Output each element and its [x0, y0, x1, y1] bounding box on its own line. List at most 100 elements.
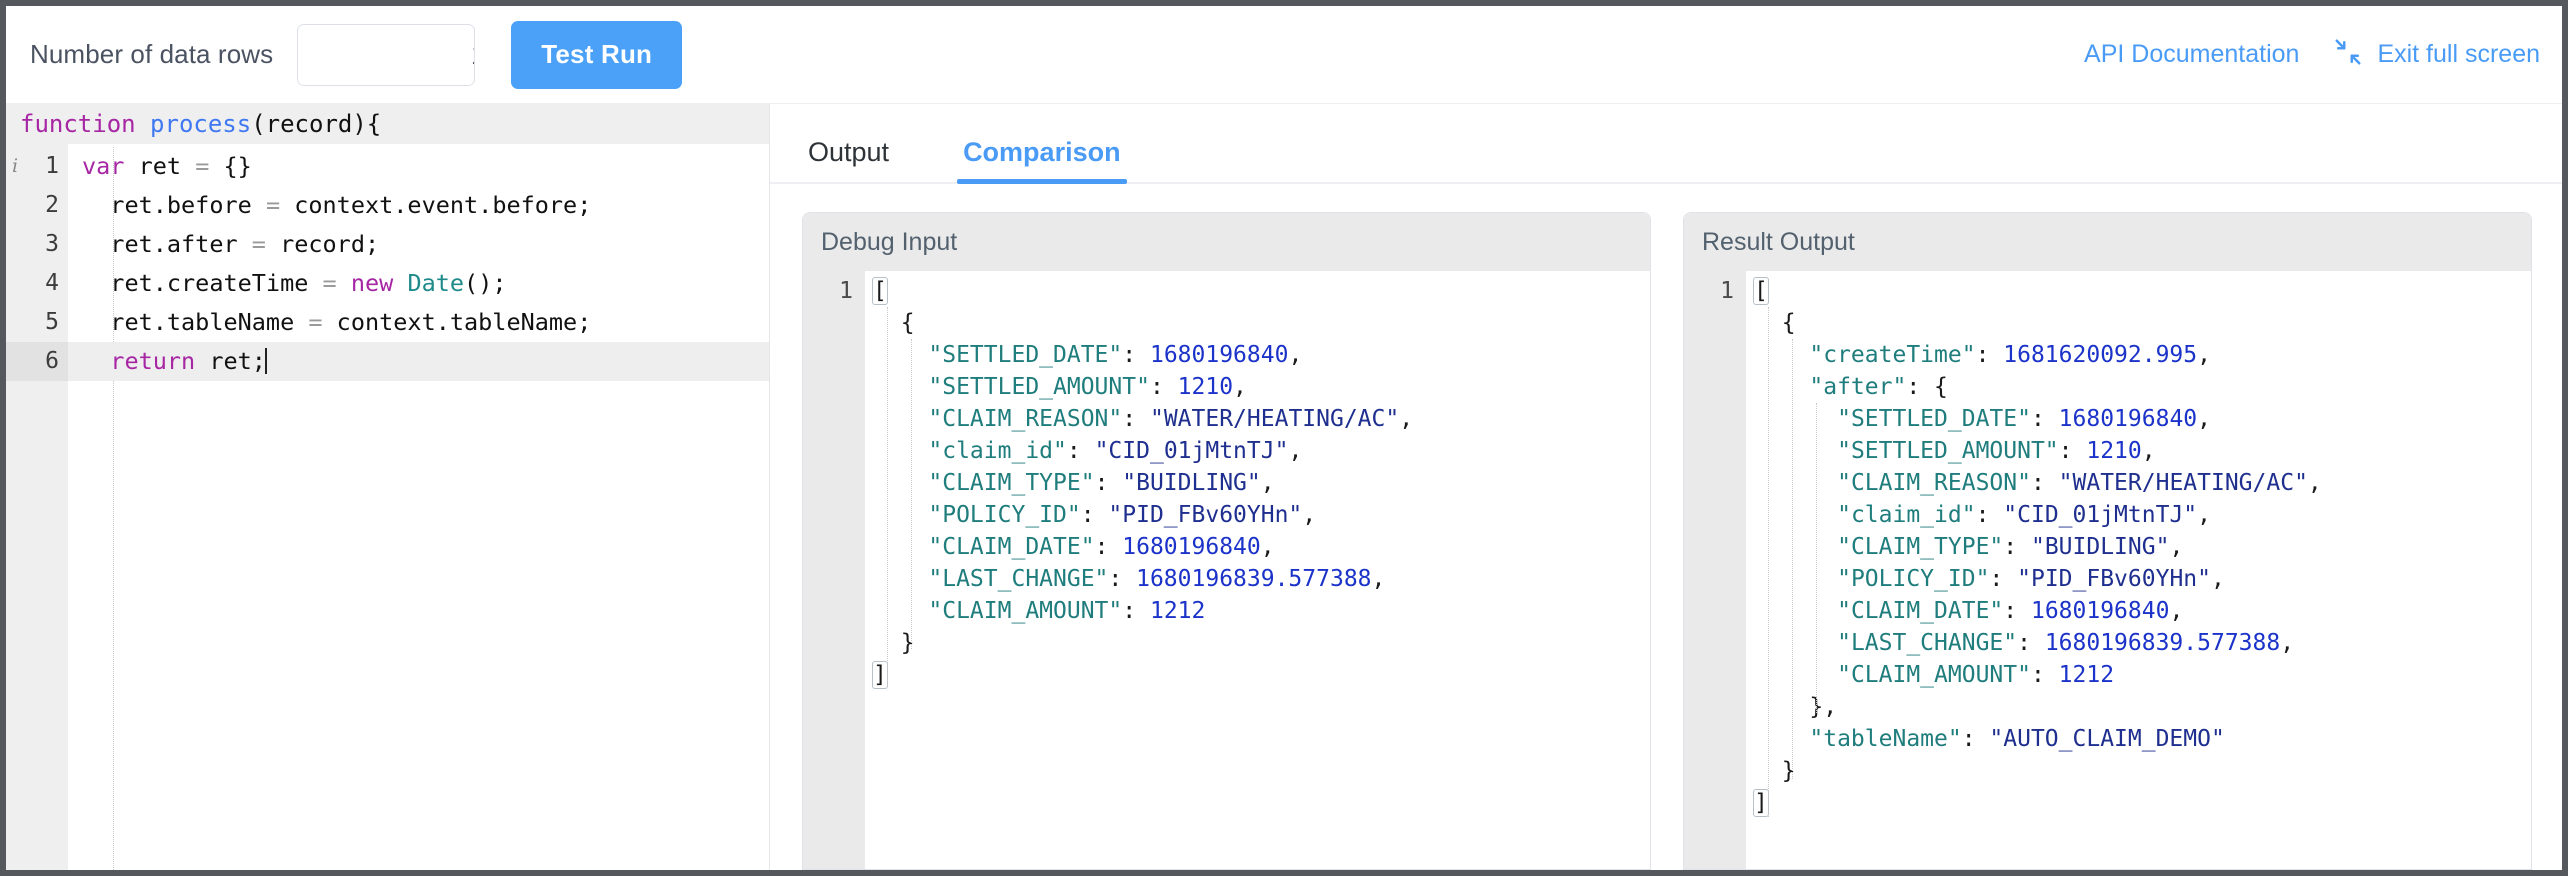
function-signature-line: function process(record){: [6, 104, 769, 144]
code-token: [393, 269, 407, 297]
debug-input-line: "CLAIM_TYPE": "BUIDLING",: [873, 467, 1650, 499]
debug-input-body[interactable]: 1 [ { "SETTLED_DATE": 1680196840, "SETTL…: [803, 271, 1650, 869]
result-output-line: "SETTLED_AMOUNT": 1210,: [1754, 435, 2531, 467]
json-token: 1680196839.577388: [2045, 630, 2280, 656]
data-rows-stepper[interactable]: [297, 24, 475, 86]
json-token: "LAST_CHANGE": [1837, 630, 2017, 656]
code-line[interactable]: ret.createTime = new Date();: [68, 264, 769, 303]
json-token: ,: [2197, 342, 2211, 368]
json-token: 1212: [2059, 662, 2114, 688]
json-token: "CLAIM_AMOUNT": [928, 598, 1122, 624]
json-indent-guide: [1768, 307, 1769, 817]
tab-output[interactable]: Output: [802, 137, 895, 182]
exit-full-screen-button[interactable]: Exit full screen: [2333, 37, 2540, 72]
json-token: [1754, 406, 1837, 432]
result-output-line: "CLAIM_REASON": "WATER/HEATING/AC",: [1754, 467, 2531, 499]
code-line[interactable]: var ret = {}: [68, 147, 769, 186]
toolbar: Number of data rows: [6, 6, 2562, 103]
json-token: :: [1962, 726, 1990, 752]
code-token: record;: [266, 230, 379, 258]
script-editor-pane: function process(record){ i123456 var re…: [6, 104, 770, 870]
json-token: "CLAIM_REASON": [1837, 470, 2031, 496]
result-output-line: "after": {: [1754, 371, 2531, 403]
json-token: ,: [2142, 438, 2156, 464]
json-token: :: [1989, 566, 2017, 592]
json-token: ,: [1261, 534, 1275, 560]
json-token: 1681620092.995: [2003, 342, 2197, 368]
code-token: ret: [124, 152, 195, 180]
json-token: :: [1150, 374, 1178, 400]
debug-input-title: Debug Input: [803, 213, 1650, 271]
json-token: :: [2031, 662, 2059, 688]
debug-input-line: {: [873, 307, 1650, 339]
json-token: [1754, 662, 1837, 688]
json-token: "after": [1809, 374, 1906, 400]
json-token: [873, 502, 928, 528]
code-token: [82, 347, 110, 375]
code-token: function: [20, 104, 136, 144]
json-token: [1754, 726, 1809, 752]
api-documentation-link[interactable]: API Documentation: [2084, 40, 2299, 69]
json-token: 1680196840: [2059, 406, 2197, 432]
code-token: context.tableName;: [323, 308, 592, 336]
json-token: ,: [1288, 342, 1302, 368]
json-token: ,: [2308, 470, 2322, 496]
json-token: :: [2031, 470, 2059, 496]
json-indent-guide: [887, 307, 888, 687]
code-token: (record){: [251, 104, 381, 144]
json-token: [: [873, 278, 887, 304]
code-token: =: [195, 152, 209, 180]
code-token: [136, 104, 150, 144]
code-line[interactable]: ret.after = record;: [68, 225, 769, 264]
debug-input-line: "LAST_CHANGE": 1680196839.577388,: [873, 563, 1650, 595]
result-output-line: "claim_id": "CID_01jMtnTJ",: [1754, 499, 2531, 531]
debug-input-content[interactable]: [ { "SETTLED_DATE": 1680196840, "SETTLED…: [865, 271, 1650, 869]
result-output-line: "LAST_CHANGE": 1680196839.577388,: [1754, 627, 2531, 659]
toolbar-left-group: Number of data rows: [30, 21, 682, 89]
comparison-panels: Debug Input 1 [ { "SETTLED_DATE": 168019…: [770, 184, 2562, 870]
code-token: {}: [209, 152, 251, 180]
code-content[interactable]: var ret = {} ret.before = context.event.…: [68, 144, 769, 870]
json-token: [873, 406, 928, 432]
json-token: 1210: [1178, 374, 1233, 400]
json-token: 1680196840: [1122, 534, 1260, 560]
debug-input-line: "SETTLED_AMOUNT": 1210,: [873, 371, 1650, 403]
code-editor[interactable]: i123456 var ret = {} ret.before = contex…: [6, 144, 769, 870]
tab-comparison[interactable]: Comparison: [957, 137, 1127, 182]
result-output-line: "CLAIM_TYPE": "BUIDLING",: [1754, 531, 2531, 563]
json-token: :: [2003, 534, 2031, 560]
json-indent-guide: [1792, 339, 1793, 779]
json-token: :: [1976, 342, 2004, 368]
code-line[interactable]: return ret;: [68, 342, 769, 381]
result-output-content[interactable]: [ { "createTime": 1681620092.995, "after…: [1746, 271, 2531, 869]
json-token: [873, 534, 928, 560]
json-token: "createTime": [1809, 342, 1975, 368]
json-token: :: [1122, 342, 1150, 368]
json-token: :: [1108, 566, 1136, 592]
code-token: =: [252, 230, 266, 258]
code-line[interactable]: ret.tableName = context.tableName;: [68, 303, 769, 342]
result-output-line: "SETTLED_DATE": 1680196840,: [1754, 403, 2531, 435]
result-output-body[interactable]: 1 [ { "createTime": 1681620092.995, "aft…: [1684, 271, 2531, 869]
json-token: [1754, 438, 1837, 464]
json-token: [873, 470, 928, 496]
data-rows-input[interactable]: [298, 25, 475, 85]
json-token: ,: [1261, 470, 1275, 496]
line-number-gutter: i123456: [6, 144, 68, 870]
json-token: }: [873, 630, 915, 656]
json-token: :: [2059, 438, 2087, 464]
json-token: 1680196840: [2031, 598, 2169, 624]
result-output-line-number: 1: [1684, 275, 1734, 307]
json-token: [1754, 470, 1837, 496]
json-token: [1754, 566, 1837, 592]
json-token: :: [2003, 598, 2031, 624]
json-token: "POLICY_ID": [1837, 566, 1989, 592]
json-token: "PID_FBv60YHn": [1108, 502, 1302, 528]
code-token: =: [266, 191, 280, 219]
json-token: ,: [2211, 566, 2225, 592]
code-line[interactable]: ret.before = context.event.before;: [68, 186, 769, 225]
result-output-line: }: [1754, 755, 2531, 787]
result-output-line: "CLAIM_AMOUNT": 1212: [1754, 659, 2531, 691]
result-output-line: "tableName": "AUTO_CLAIM_DEMO": [1754, 723, 2531, 755]
test-run-button[interactable]: Test Run: [511, 21, 682, 89]
